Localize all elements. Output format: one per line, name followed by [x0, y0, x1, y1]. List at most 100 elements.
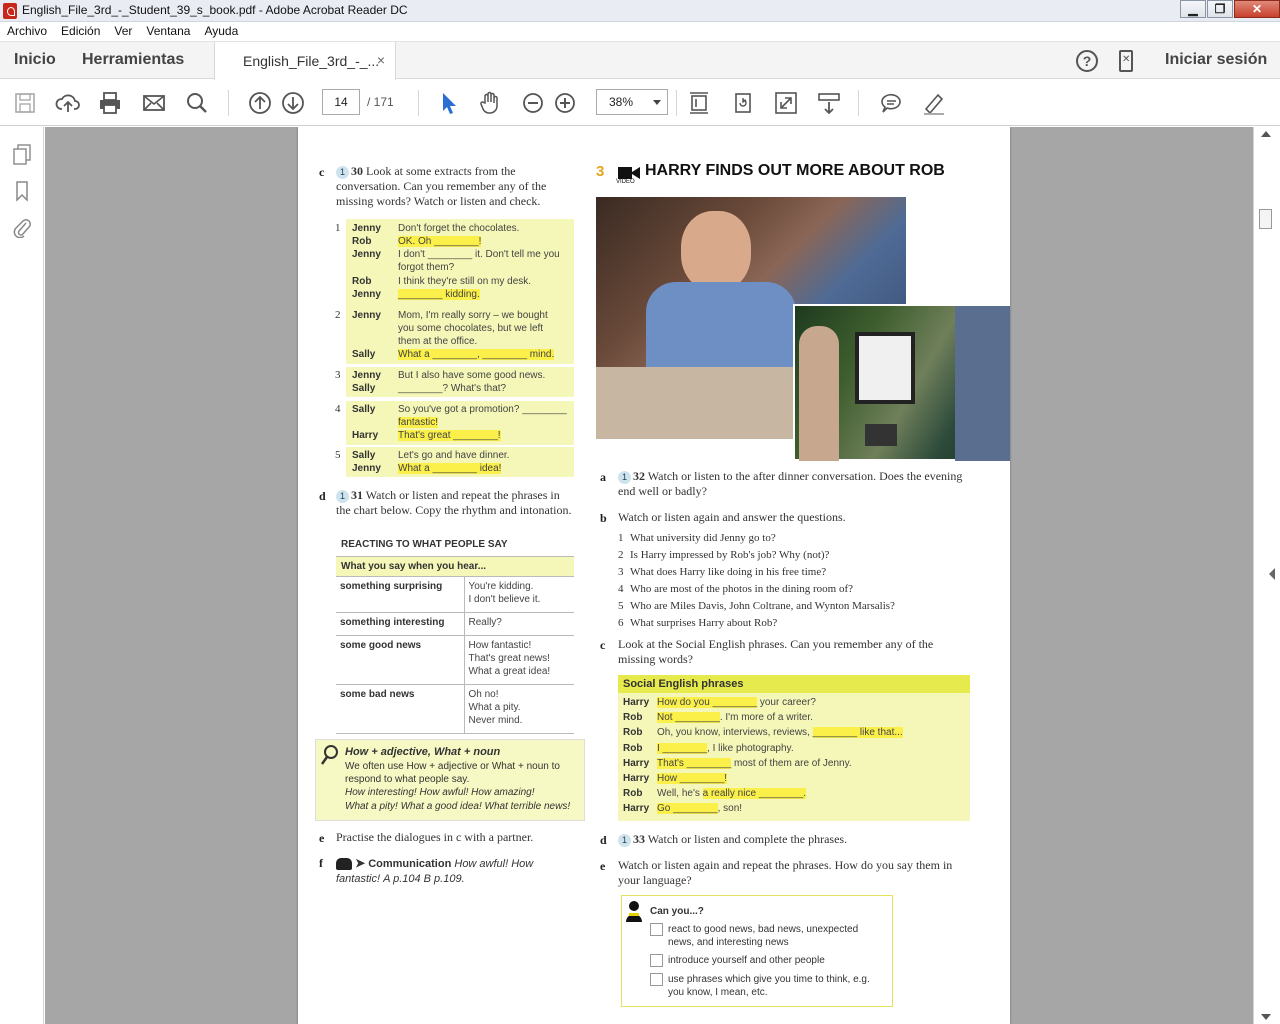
dialogue-line: Sally Let's go and have dinner. — [352, 450, 510, 461]
minimize-icon: ▁ — [1188, 2, 1198, 16]
mobile-link-icon[interactable] — [1119, 50, 1133, 72]
table-row: some good news How fantastic! That's grea… — [336, 635, 574, 685]
scroll-mode-icon[interactable] — [816, 90, 842, 116]
zoom-level-select[interactable]: 38% — [596, 89, 668, 115]
rotate-page-icon[interactable] — [730, 90, 756, 116]
menu-archivo[interactable]: Archivo — [0, 22, 54, 41]
cd-badge: 1 — [336, 490, 349, 503]
exercise-a-instruction: 1 32 Watch or listen to the after dinner … — [618, 469, 963, 498]
highlight-pen-icon[interactable] — [921, 90, 947, 116]
bookmarks-icon[interactable] — [12, 180, 32, 202]
tab-herramientas[interactable]: Herramientas — [82, 51, 184, 69]
exercise-c2-instruction: Look at the Social English phrases. Can … — [618, 637, 934, 666]
document-tab[interactable]: English_File_3rd_-_... × — [214, 42, 396, 80]
list-item: 5 Who are Miles Davis, John Coltrane, and… — [618, 600, 895, 612]
scroll-down-icon[interactable] — [1261, 1014, 1271, 1020]
close-tab-icon[interactable]: × — [377, 52, 385, 68]
exercise-e2-letter: e — [600, 859, 606, 873]
phrase-line: Rob Oh, you know, interviews, reviews, __… — [623, 727, 903, 738]
menu-ventana[interactable]: Ventana — [139, 22, 197, 41]
exercise-d2-letter: d — [600, 833, 607, 847]
phrase-line: Harry Go ________, son! — [623, 803, 743, 814]
full-screen-icon[interactable] — [773, 90, 799, 116]
track-number: 33 — [633, 832, 645, 846]
exercise-c2-letter: c — [600, 638, 606, 652]
dialogue-number: 2 — [335, 309, 341, 321]
exercise-b-letter: b — [600, 511, 607, 525]
table-row: something interesting Really? — [336, 612, 574, 636]
chevron-down-icon — [653, 100, 661, 105]
photo-person-left — [799, 326, 839, 461]
scroll-up-icon[interactable] — [1261, 131, 1271, 137]
next-page-icon[interactable] — [280, 90, 306, 116]
dialogue-line: Rob I think they're still on my desk. — [352, 276, 532, 287]
fit-page-icon[interactable] — [686, 90, 712, 116]
exercise-a-letter: a — [600, 470, 606, 484]
attachments-icon[interactable] — [12, 216, 32, 239]
zoom-in-icon[interactable] — [552, 90, 578, 116]
comment-icon[interactable] — [878, 90, 904, 116]
dialogue-line: fantastic! — [398, 417, 439, 428]
save-icon[interactable] — [12, 90, 38, 116]
print-icon[interactable] — [97, 90, 123, 116]
phrase-line: Harry How do you ________ your career? — [623, 697, 816, 708]
select-cursor-icon[interactable] — [435, 90, 461, 116]
list-item: 6 What surprises Harry about Rob? — [618, 617, 778, 629]
tabs-row: Inicio Herramientas English_File_3rd_-_.… — [0, 42, 1280, 80]
menu-edicion[interactable]: Edición — [54, 22, 107, 41]
list-item: 1 What university did Jenny go to? — [618, 532, 776, 544]
checkbox[interactable] — [650, 973, 663, 986]
page-thumbnails-icon[interactable] — [12, 143, 32, 165]
phrase-line: Rob I ________, I like photography. — [623, 743, 794, 754]
dialogue-line: Jenny ________ kidding. — [352, 289, 480, 300]
menu-ayuda[interactable]: Ayuda — [197, 22, 245, 41]
tab-inicio[interactable]: Inicio — [14, 51, 56, 69]
email-icon[interactable] — [141, 90, 167, 116]
dialogue-line: them at the office. — [398, 336, 478, 347]
exercise-e-instruction: Practise the dialogues in c with a partn… — [336, 830, 534, 844]
maximize-button[interactable]: ❐ — [1207, 0, 1233, 18]
small-frame — [865, 424, 897, 446]
list-item: 3 What does Harry like doing in his free … — [618, 566, 827, 578]
expand-right-pane-icon[interactable] — [1269, 568, 1275, 580]
magnifier-icon — [320, 745, 338, 765]
exercise-f-instruction: ➤ Communication How awful! How fantastic… — [336, 856, 534, 885]
table-row: something surprising You're kidding. I do… — [336, 576, 574, 613]
pdf-page: c 1 30 Look at some extracts from the con… — [298, 127, 1010, 1024]
table-row: some bad news Oh no! What a pity. Never m… — [336, 684, 574, 734]
scroll-thumb[interactable] — [1259, 209, 1272, 229]
sign-in-button[interactable]: Iniciar sesión — [1165, 51, 1267, 69]
exercise-c-letter: c — [319, 165, 325, 179]
help-icon[interactable]: ? — [1076, 50, 1098, 72]
reacting-table: something surprising You're kidding. I do… — [336, 576, 574, 734]
checkbox[interactable] — [650, 923, 663, 936]
checklist-item: introduce yourself and other people — [650, 954, 890, 967]
document-viewer[interactable]: c 1 30 Look at some extracts from the con… — [45, 127, 1253, 1024]
phrase-line: Rob Well, he's a really nice ________. — [623, 788, 807, 799]
dialogue-line: Sally What a ________, ________ mind. — [352, 349, 555, 360]
tip-example: How interesting! How awful! How amazing! — [345, 787, 535, 798]
can-you-title: Can you...? — [650, 906, 704, 917]
page-number-input[interactable]: 14 — [322, 89, 360, 115]
photo-face — [681, 211, 751, 291]
window-controls: ▁ ❐ ✕ — [1179, 0, 1280, 19]
previous-page-icon[interactable] — [247, 90, 273, 116]
checkbox[interactable] — [650, 954, 663, 967]
dialogue-number: 3 — [335, 369, 341, 381]
arrow-icon: ➤ — [355, 856, 366, 870]
close-button[interactable]: ✕ — [1234, 0, 1280, 18]
upload-cloud-icon[interactable] — [55, 90, 81, 116]
track-number: 32 — [633, 469, 645, 483]
hand-tool-icon[interactable] — [477, 90, 503, 116]
acrobat-pdf-icon — [3, 3, 17, 19]
dialogue-number: 5 — [335, 449, 341, 461]
vertical-scrollbar[interactable] — [1253, 127, 1280, 1024]
video-camera-icon — [618, 167, 640, 179]
minimize-button[interactable]: ▁ — [1180, 0, 1206, 18]
exercise-d2-instruction: 1 33 Watch or listen and complete the phr… — [618, 832, 970, 847]
zoom-out-icon[interactable] — [520, 90, 546, 116]
search-icon[interactable] — [184, 90, 210, 116]
exercise-b-instruction: Watch or listen again and answer the que… — [618, 510, 846, 524]
phrase-line: Harry How ________! — [623, 773, 728, 784]
menu-ver[interactable]: Ver — [107, 22, 139, 41]
